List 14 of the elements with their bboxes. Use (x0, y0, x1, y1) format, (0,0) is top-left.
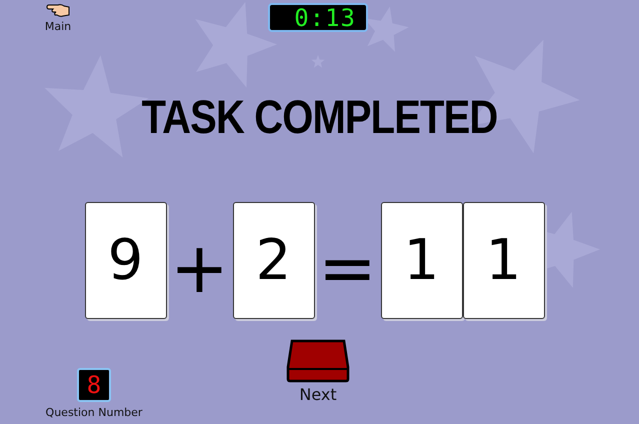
operator-symbol: = (324, 226, 372, 310)
pointing-hand-icon (46, 4, 70, 18)
question-number-label: Question Number (46, 406, 142, 419)
main-link[interactable]: Main (36, 4, 80, 40)
number-card: 1 (462, 202, 544, 319)
number-card: 9 (84, 202, 166, 319)
question-number-display: 8 (77, 368, 111, 402)
next-button[interactable] (286, 339, 350, 383)
next-label: Next (299, 385, 337, 404)
task-completed-heading: TASK COMPLETED (140, 92, 498, 142)
number-card: 2 (232, 202, 314, 319)
timer-display: 0:13 (268, 3, 368, 32)
operator-symbol: + (176, 226, 224, 310)
number-card: 1 (380, 202, 462, 319)
